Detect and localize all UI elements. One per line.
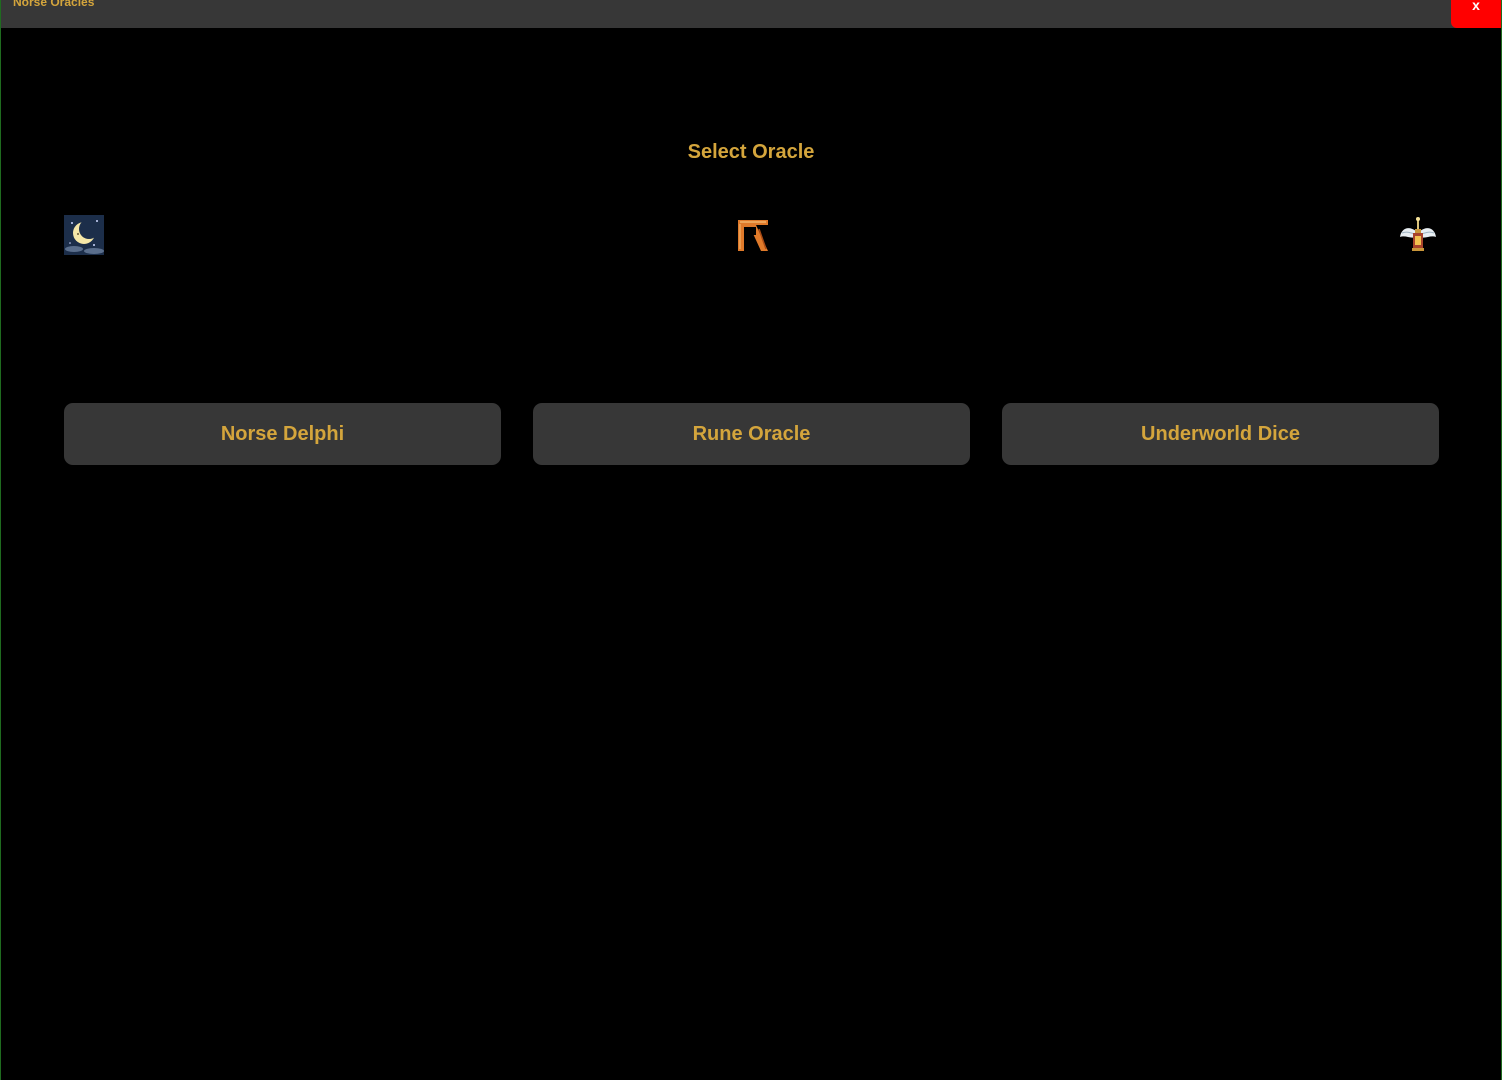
crescent-moon-icon[interactable]: [64, 215, 104, 255]
rune-oracle-button[interactable]: Rune Oracle: [533, 403, 970, 465]
title-bar[interactable]: Norse Oracles x: [1, 0, 1501, 28]
winged-lantern-icon[interactable]: [1398, 215, 1438, 255]
close-button[interactable]: x: [1451, 0, 1501, 28]
app-window: Norse Oracles x Select Oracle Norse Delp…: [0, 0, 1502, 1080]
norse-delphi-button[interactable]: Norse Delphi: [64, 403, 501, 465]
underworld-dice-button[interactable]: Underworld Dice: [1002, 403, 1439, 465]
rune-icon[interactable]: [732, 215, 772, 255]
window-title: Norse Oracles: [13, 0, 95, 9]
page-title: Select Oracle: [687, 141, 815, 163]
